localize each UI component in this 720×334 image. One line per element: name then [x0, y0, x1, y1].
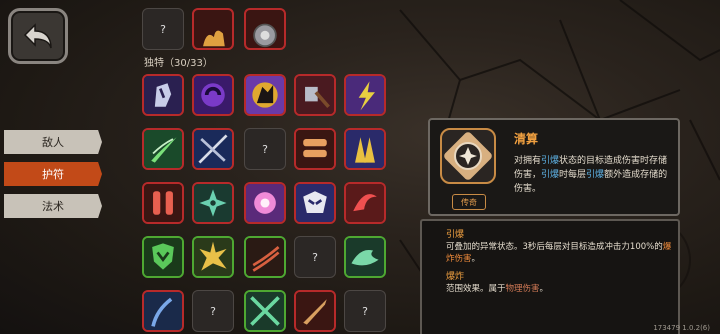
reckoning-emblem	[444, 132, 492, 180]
amulet-slot[interactable]	[244, 236, 286, 278]
amulet-detail-panel: 传奇 清算 对拥有引爆状态的目标造成伤害时存储伤害，引爆时每层引爆额外造成存储的…	[428, 118, 680, 216]
flower-icon	[246, 184, 284, 222]
amulet-slot[interactable]	[344, 74, 386, 116]
desc-text: 时每层	[559, 170, 587, 180]
amulet-slot[interactable]	[244, 290, 286, 332]
desc-text: 对拥有	[514, 156, 542, 166]
desc-keyword: 引爆	[541, 170, 560, 180]
ghost-icon	[144, 76, 182, 114]
tab-amulets[interactable]: 护符	[4, 162, 102, 186]
keyword-text: 可叠加的异常状态。3秒后每层对目标造成冲击力100%的爆炸伤害。	[446, 241, 676, 265]
amulet-slot[interactable]	[294, 290, 336, 332]
tab-enemies[interactable]: 敌人	[4, 130, 102, 154]
kw-text-part: 范围效果。属于	[446, 284, 506, 294]
cross-icon	[246, 292, 284, 330]
fire-icon	[203, 30, 225, 47]
amulet-slot-unknown[interactable]: ?	[192, 290, 234, 332]
kw-text-part: 。	[539, 284, 549, 294]
amulet-slot[interactable]	[294, 128, 336, 170]
version-label: 173479 1.0.2(6)	[653, 324, 710, 332]
reckoning-icon	[440, 128, 496, 184]
amulet-name: 清算	[514, 132, 539, 146]
amulet-slot[interactable]	[192, 182, 234, 224]
amulet-slot[interactable]	[142, 74, 184, 116]
lightning-icon	[346, 76, 384, 114]
back-button[interactable]	[8, 8, 68, 64]
amulet-slot[interactable]	[142, 182, 184, 224]
amulet-slot[interactable]	[344, 236, 386, 278]
unknown-mark: ?	[262, 142, 268, 156]
kw-text-part: 。	[471, 254, 481, 264]
dragon-icon	[346, 238, 384, 276]
unknown-mark: ?	[160, 22, 166, 36]
amulet-slot[interactable]	[344, 128, 386, 170]
amulet-slot[interactable]	[142, 290, 184, 332]
kw-highlight: 物理伤害	[505, 284, 540, 294]
blue-claw-icon	[144, 292, 182, 330]
wolf-icon	[246, 76, 284, 114]
tab-label: 法术	[42, 200, 64, 213]
amulet-slot-unknown[interactable]: ?	[344, 290, 386, 332]
amulet-slot[interactable]	[192, 128, 234, 170]
section-title: 独特（30/33）	[144, 58, 213, 69]
claw-icon	[246, 238, 284, 276]
amulet-slot-unknown[interactable]: ?	[142, 8, 184, 50]
amulet-slot[interactable]	[244, 8, 286, 50]
amulet-slot[interactable]	[142, 236, 184, 278]
crossed-blades-icon	[194, 130, 232, 168]
spikes-icon	[346, 130, 384, 168]
desc-keyword: 引爆	[586, 170, 605, 180]
swirl-icon	[194, 76, 232, 114]
keyword-text: 范围效果。属于物理伤害。	[446, 283, 676, 295]
unknown-mark: ?	[312, 250, 318, 264]
back-arrow-icon	[23, 23, 52, 49]
amulet-slot[interactable]	[294, 182, 336, 224]
knife-icon	[296, 292, 334, 330]
keyword-title: 引爆	[446, 230, 465, 240]
amulet-slot-unknown[interactable]: ?	[244, 128, 286, 170]
shuriken-icon	[194, 184, 232, 222]
amulet-slot-unknown[interactable]: ?	[294, 236, 336, 278]
mask-icon	[296, 184, 334, 222]
category-tabs: 敌人 护符 法术	[4, 130, 102, 226]
tab-label: 敌人	[42, 136, 64, 149]
explosion-icon	[194, 238, 232, 276]
unknown-mark: ?	[210, 304, 216, 318]
amulet-slot[interactable]	[244, 74, 286, 116]
bullets-icon	[296, 130, 334, 168]
amulet-slot[interactable]	[192, 236, 234, 278]
tab-label: 护符	[42, 168, 64, 181]
amulet-slot[interactable]	[192, 8, 234, 50]
amulet-slot[interactable]	[192, 74, 234, 116]
tab-spells[interactable]: 法术	[4, 194, 102, 218]
medallion-icon	[253, 23, 277, 48]
axe-icon	[296, 76, 334, 114]
slash-icon	[144, 130, 182, 168]
amulet-slot[interactable]	[344, 182, 386, 224]
red-bullets-icon	[144, 184, 182, 222]
amulet-slot[interactable]	[142, 128, 184, 170]
unknown-mark: ?	[362, 304, 368, 318]
keyword-title: 爆炸	[446, 272, 465, 282]
rarity-badge: 传奇	[452, 194, 486, 210]
desc-keyword: 引爆	[541, 156, 560, 166]
shield-icon	[144, 238, 182, 276]
kw-text-part: 可叠加的异常状态。3秒后每层对目标造成冲击力100%的	[446, 242, 663, 252]
amulet-slot[interactable]	[244, 182, 286, 224]
amulet-slot[interactable]	[294, 74, 336, 116]
keyword-panel: 引爆 可叠加的异常状态。3秒后每层对目标造成冲击力100%的爆炸伤害。 爆炸 范…	[420, 219, 680, 334]
amulet-description: 对拥有引爆状态的目标造成伤害时存储伤害，引爆时每层引爆额外造成存储的伤害。	[514, 154, 674, 196]
red-swirl-icon	[346, 184, 384, 222]
